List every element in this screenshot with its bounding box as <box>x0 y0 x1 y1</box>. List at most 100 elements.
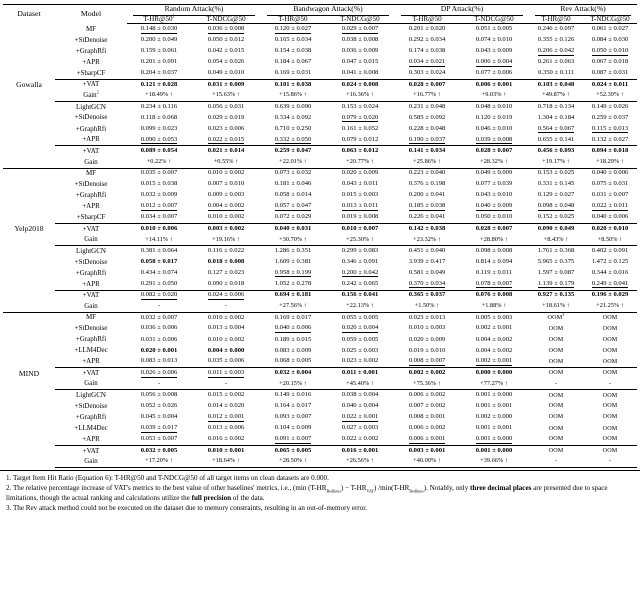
dataset-label-mind: MIND <box>3 311 55 468</box>
table-body: Gowalla MF 0.148 ± 0.030 0.036 ± 0.008 0.120… <box>3 24 638 469</box>
cell-gain: +52.39% ↑ <box>596 91 624 99</box>
cell-gain: +30.70% ↑ <box>279 235 307 243</box>
cell-value: 0.344 ± 0.016 <box>591 268 629 276</box>
footnote-3: 3. The Rev attack method could not be ex… <box>6 503 367 512</box>
col-header-t-hr50-g2: T-HR@50 <box>395 15 460 25</box>
cell-value: 0.032 ± 0.007 <box>127 311 191 324</box>
cell-value: 0.204 ± 0.037 <box>140 69 178 77</box>
cell-value: 0.303 ± 0.024 <box>408 69 446 77</box>
cell-value: 0.001 ± 0.000 <box>459 389 530 401</box>
cell-gain: +28.80% ↑ <box>480 235 508 243</box>
cell-oom: OOM <box>602 336 618 343</box>
dataset-label-yelp2018: Yelp2018 <box>3 167 55 313</box>
underlined-value: 0.958 ± 0.199 <box>274 268 312 278</box>
cell-value: 0.165 ± 0.034 <box>274 35 312 43</box>
cell-value: 0.174 ± 0.038 <box>408 47 446 55</box>
model-label-apr: +APR <box>82 357 100 366</box>
underlined-value: 0.029 ± 0.007 <box>341 25 379 34</box>
cell-value: 0.090 ± 0.049 <box>529 222 584 235</box>
cell-gain: +8.50% ↑ <box>597 235 623 243</box>
cell-value: 0.142 ± 0.038 <box>395 222 460 235</box>
cell-value: 0.079 ± 0.012 <box>341 135 379 143</box>
cell-value: 0.023 ± 0.013 <box>395 311 460 324</box>
cell-value: 0.089 ± 0.054 <box>127 145 191 157</box>
cell-value: 0.003 ± 0.002 <box>191 222 261 235</box>
cell-value: 0.046 ± 0.010 <box>475 124 513 132</box>
cell-value: 0.010 ± 0.002 <box>207 213 245 221</box>
cell-value: 0.029 ± 0.007 <box>325 24 395 35</box>
cell-value: 0.040 ± 0.009 <box>459 201 529 212</box>
cell-value: 0.020 ± 0.001 <box>140 346 178 354</box>
underlined-value: 0.120 ± 0.027 <box>274 25 312 34</box>
model-label-sharpcf: +SharpCF <box>76 213 106 222</box>
cell-gain: +18.49% ↑ <box>145 91 173 99</box>
cell-value: 0.228 ± 0.048 <box>408 124 446 132</box>
cell-gain: - <box>583 456 638 469</box>
cell-gain: +18.64% ↑ <box>191 456 261 469</box>
underlined-value: 0.036 ± 0.008 <box>207 25 245 34</box>
cell-value: 0.958 ± 0.199 <box>261 268 325 279</box>
cell-value: 0.226 ± 0.041 <box>408 213 446 221</box>
cell-value: 0.564 ± 0.067 <box>529 124 583 135</box>
cell-oom: OOM <box>583 444 638 457</box>
underlined-value: 0.039 ± 0.008 <box>475 135 513 145</box>
cell-value: 0.021 ± 0.014 <box>191 145 261 157</box>
cell-gain: +25.30% ↑ <box>346 235 374 243</box>
underlined-value: 0.008 ± 0.007 <box>408 357 446 366</box>
underlined-value: 0.332 ± 0.050 <box>274 135 312 145</box>
underlined-value: 0.564 ± 0.067 <box>537 124 575 134</box>
cell-oom: OOM <box>548 358 564 365</box>
cell-value: 0.018 ± 0.008 <box>207 257 245 265</box>
model-label-vat: +VAT <box>55 78 127 91</box>
cell-value: 0.098 ± 0.048 <box>529 201 583 212</box>
cell-value: 0.013 ± 0.004 <box>207 324 245 332</box>
model-label-stdenoise: +StDenoise <box>74 113 108 122</box>
cell-value: 0.152 ± 0.025 <box>537 213 575 221</box>
cell-value: 0.090 ± 0.053 <box>127 135 191 146</box>
cell-oom: OOM <box>529 367 584 379</box>
cell-value: 0.164 ± 0.017 <box>274 402 312 410</box>
underlined-value: 0.090 ± 0.053 <box>140 135 178 145</box>
cell-value: 0.184 ± 0.067 <box>274 58 312 66</box>
cell-value: 0.189 ± 0.015 <box>274 335 312 343</box>
cell-value: 0.002 ± 0.001 <box>475 324 513 332</box>
cell-value: 0.002 ± 0.002 <box>395 367 460 379</box>
cell-value: 0.118 ± 0.068 <box>140 113 178 121</box>
cell-value: 0.003 ± 0.001 <box>395 444 460 457</box>
cell-value: 0.009 ± 0.003 <box>207 191 245 199</box>
cell-value: 0.006 ± 0.004 <box>459 57 529 68</box>
gain-row-label: Gain2 <box>83 89 99 100</box>
cell-gain: +22.13% ↑ <box>346 302 374 310</box>
cell-value: 0.019 ± 0.008 <box>341 213 379 221</box>
footnote-2-part-c: ) /min(T-HR <box>373 484 410 493</box>
cell-value: 0.402 ± 0.091 <box>583 245 638 257</box>
cell-oom: OOM <box>548 436 564 443</box>
model-label-apr: +APR <box>82 135 100 144</box>
dataset-label-text: MIND <box>18 368 40 378</box>
underlined-value: 0.115 ± 0.013 <box>591 124 629 134</box>
cell-value: 0.181 ± 0.046 <box>274 180 312 188</box>
model-label-graphrfi: +GraphRfi <box>75 268 107 277</box>
cell-oom: OOM3 <box>529 311 584 324</box>
cell-value: 0.115 ± 0.013 <box>583 124 637 135</box>
underlined-value: 0.011 ± 0.003 <box>207 369 245 378</box>
model-label-lightgcn: LightGCN <box>55 389 127 401</box>
cell-value: 0.001 ± 0.000 <box>459 444 530 457</box>
cell-gain: +19.16% ↑ <box>212 235 240 243</box>
cell-value: 0.012 ± 0.007 <box>127 201 191 212</box>
cell-value: 0.091 ± 0.007 <box>261 434 325 445</box>
footnotes: 1. Target Item Hit Ratio (Equation 6): T… <box>0 470 640 513</box>
underlined-value: 0.013 ± 0.011 <box>341 202 379 211</box>
model-label-vat: +VAT <box>55 145 127 157</box>
cell-value: 0.694 ± 0.181 <box>261 289 325 302</box>
cell-value: 0.073 ± 0.032 <box>261 167 325 180</box>
cell-gain: +23.32% ↑ <box>413 235 441 243</box>
cell-value: 0.022 ± 0.015 <box>191 135 261 146</box>
cell-value: 0.010 ± 0.003 <box>408 324 446 332</box>
results-table: Dataset Model Random Attack(%) Bandwagon… <box>3 3 638 469</box>
cell-value: 0.036 ± 0.006 <box>140 324 178 332</box>
cell-oom: OOM <box>529 389 584 401</box>
cell-value: 0.200 ± 0.041 <box>408 191 446 199</box>
cell-value: 0.039 ± 0.017 <box>127 423 191 434</box>
cell-value: 0.012 ± 0.001 <box>191 412 261 423</box>
